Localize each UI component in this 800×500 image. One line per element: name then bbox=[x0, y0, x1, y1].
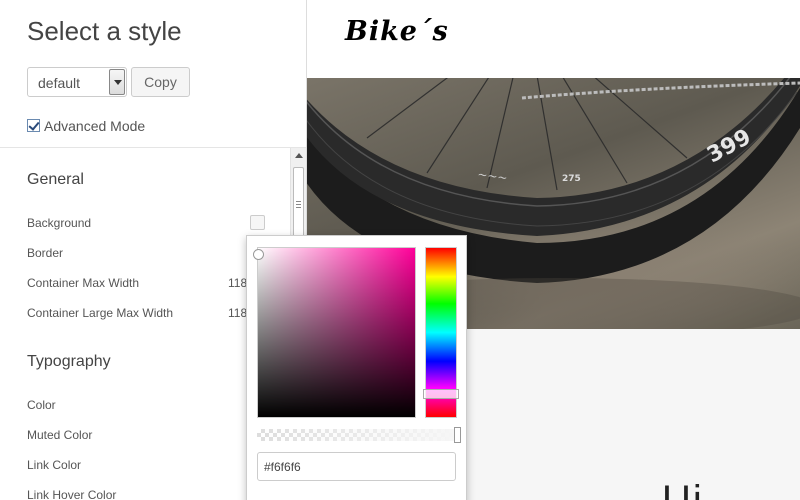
advanced-mode-checkbox[interactable] bbox=[27, 119, 40, 132]
setting-label: Container Max Width bbox=[27, 276, 140, 290]
style-select[interactable]: default bbox=[27, 67, 127, 97]
tire-text: ~~~ bbox=[477, 167, 509, 185]
setting-label: Color bbox=[27, 398, 56, 412]
section-heading-typography: Typography bbox=[27, 353, 111, 370]
setting-container-max-width[interactable]: Container Max Width 118 bbox=[27, 276, 267, 292]
setting-label: Container Large Max Width bbox=[27, 306, 174, 320]
color-picker-popover[interactable] bbox=[246, 235, 467, 500]
setting-background[interactable]: Background bbox=[27, 215, 267, 232]
scroll-up-arrow-icon[interactable] bbox=[295, 153, 303, 158]
saturation-value-area[interactable] bbox=[253, 247, 416, 418]
grip-icon bbox=[296, 201, 301, 208]
hue-handle[interactable] bbox=[423, 389, 459, 399]
copy-button[interactable]: Copy bbox=[131, 67, 190, 97]
setting-label: Background bbox=[27, 216, 92, 230]
alpha-handle[interactable] bbox=[454, 427, 461, 443]
hex-color-input[interactable] bbox=[257, 452, 456, 481]
setting-label: Border bbox=[27, 246, 64, 260]
section-heading-general: General bbox=[27, 171, 84, 188]
setting-color[interactable]: Color bbox=[27, 398, 267, 414]
tire-size-text: 275 bbox=[562, 174, 581, 184]
preview-heading: Ui bbox=[662, 478, 704, 500]
setting-border[interactable]: Border bbox=[27, 246, 267, 262]
alpha-slider[interactable] bbox=[257, 427, 461, 443]
setting-link-color[interactable]: Link Color bbox=[27, 458, 267, 474]
advanced-mode-label[interactable]: Advanced Mode bbox=[44, 118, 145, 134]
setting-label: Link Color bbox=[27, 458, 82, 472]
setting-link-hover-color[interactable]: Link Hover Color bbox=[27, 488, 267, 500]
saturation-handle[interactable] bbox=[253, 249, 264, 260]
setting-label: Link Hover Color bbox=[27, 488, 117, 500]
dropdown-arrow-icon[interactable] bbox=[109, 69, 125, 95]
preview-header: Bike´s bbox=[307, 0, 800, 78]
scrollbar-thumb[interactable] bbox=[293, 167, 304, 243]
hue-slider[interactable] bbox=[423, 247, 459, 418]
setting-container-large-max-width[interactable]: Container Large Max Width 118 bbox=[27, 306, 267, 322]
setting-muted-color[interactable]: Muted Color bbox=[27, 428, 267, 444]
site-logo[interactable]: Bike´s bbox=[345, 16, 449, 47]
setting-value[interactable]: 118 bbox=[228, 276, 247, 290]
setting-value[interactable]: 118 bbox=[228, 306, 247, 320]
panel-title: Select a style bbox=[27, 16, 182, 46]
background-color-swatch[interactable] bbox=[250, 215, 265, 230]
style-select-value: default bbox=[38, 75, 81, 91]
setting-label: Muted Color bbox=[27, 428, 93, 442]
